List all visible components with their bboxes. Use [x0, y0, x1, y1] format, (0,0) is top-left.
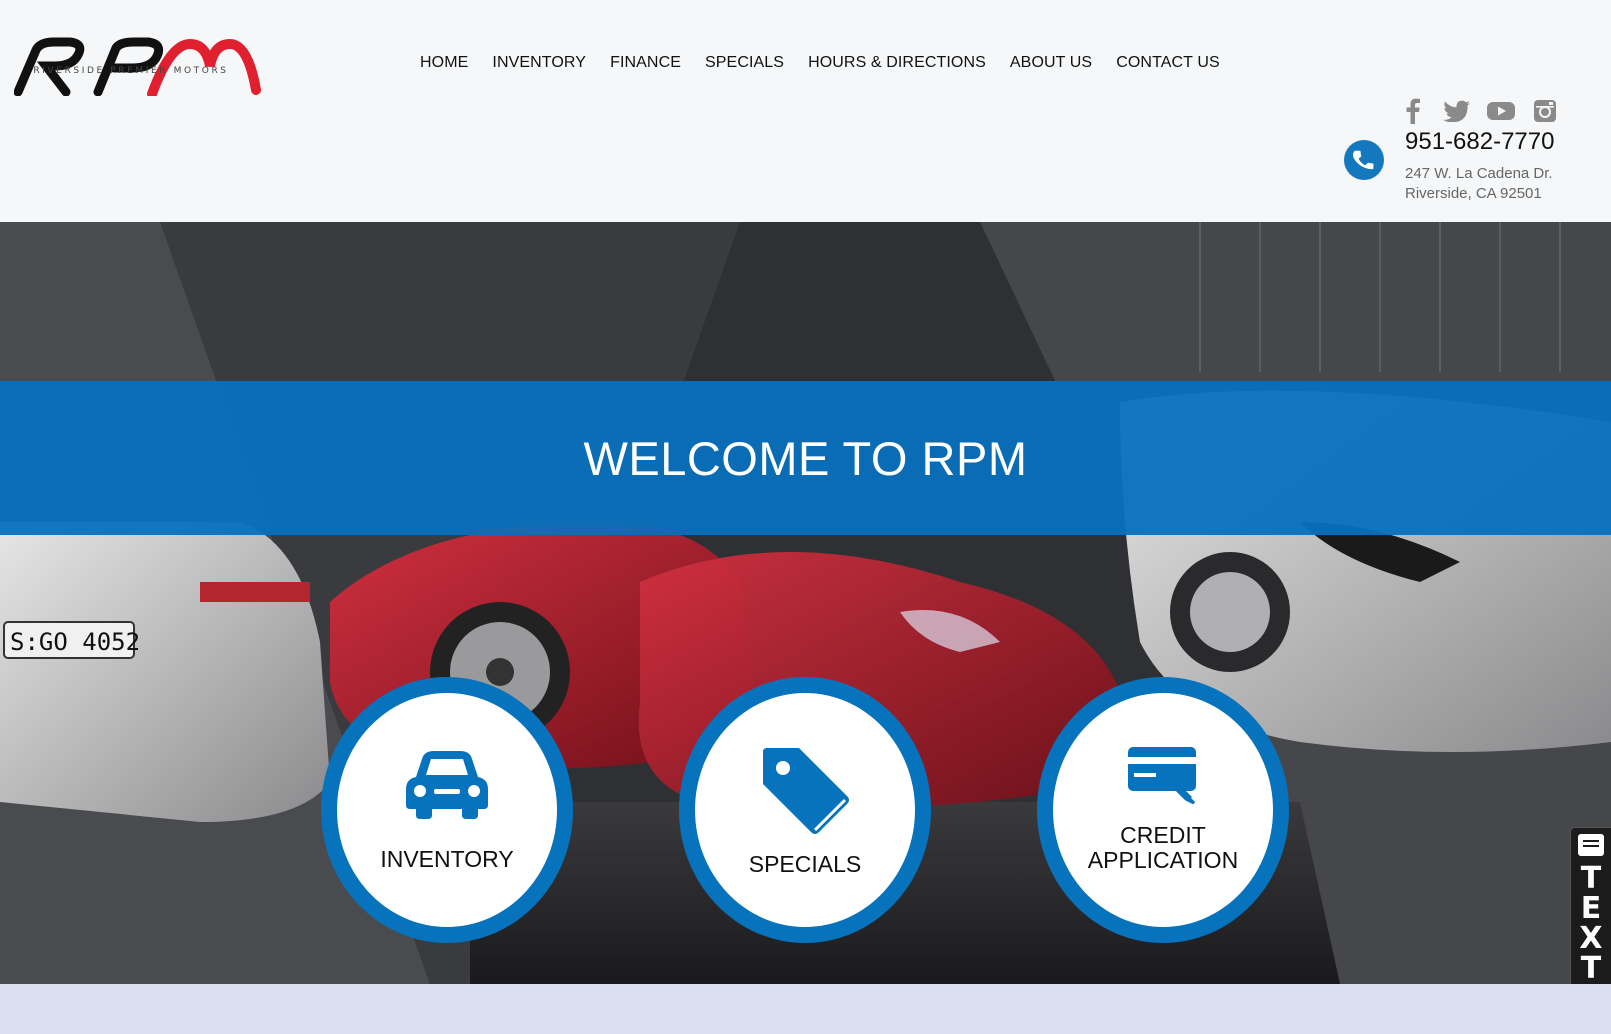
specials-tile-label: SPECIALS — [748, 850, 862, 877]
hero-section: S:GO 4052 WELCOME TO RPM INVENTORY SPECI… — [0, 222, 1611, 984]
svg-text:S:GO 4052: S:GO 4052 — [10, 628, 140, 656]
credit-application-tile[interactable]: CREDIT APPLICATION — [1037, 677, 1289, 943]
nav-specials[interactable]: SPECIALS — [705, 54, 784, 72]
rpm-logo[interactable] — [14, 36, 262, 116]
nav-home[interactable]: HOME — [420, 54, 468, 72]
youtube-icon[interactable] — [1486, 98, 1516, 124]
phone-icon[interactable] — [1344, 140, 1384, 180]
logo-tagline: RIVERSIDE PREMIER MOTORS — [33, 66, 229, 76]
hero-headline: WELCOME TO RPM — [583, 431, 1028, 485]
text-us-widget[interactable]: TEXT — [1570, 827, 1611, 984]
nav-hours-directions[interactable]: HOURS & DIRECTIONS — [808, 54, 986, 72]
text-widget-label: TEXT — [1579, 861, 1603, 984]
car-icon — [406, 750, 488, 819]
specials-tile[interactable]: SPECIALS — [679, 677, 931, 943]
credit-line-2: APPLICATION — [1087, 847, 1239, 873]
nav-about-us[interactable]: ABOUT US — [1010, 54, 1092, 72]
main-nav: HOME INVENTORY FINANCE SPECIALS HOURS & … — [420, 54, 1244, 72]
instagram-icon[interactable] — [1530, 98, 1560, 124]
inventory-tile-label: INVENTORY — [380, 845, 514, 872]
social-links — [1398, 98, 1560, 124]
price-tag-icon — [763, 747, 849, 834]
footer-band — [0, 984, 1611, 1034]
site-header: RIVERSIDE PREMIER MOTORS HOME INVENTORY … — [0, 0, 1611, 222]
address-line-2: Riverside, CA 92501 — [1405, 185, 1542, 202]
nav-inventory[interactable]: INVENTORY — [492, 54, 586, 72]
credit-card-icon — [1128, 747, 1196, 805]
credit-application-tile-label: CREDIT APPLICATION — [1088, 823, 1238, 873]
twitter-icon[interactable] — [1442, 98, 1472, 124]
chat-bubble-icon — [1578, 834, 1604, 856]
phone-number[interactable]: 951-682-7770 — [1405, 128, 1554, 156]
nav-finance[interactable]: FINANCE — [610, 54, 681, 72]
facebook-icon[interactable] — [1398, 98, 1428, 124]
nav-contact-us[interactable]: CONTACT US — [1116, 54, 1220, 72]
credit-line-1: CREDIT — [1120, 822, 1206, 848]
inventory-tile[interactable]: INVENTORY — [321, 677, 573, 943]
welcome-banner: WELCOME TO RPM — [0, 381, 1611, 535]
address-line-1: 247 W. La Cadena Dr. — [1405, 165, 1553, 182]
